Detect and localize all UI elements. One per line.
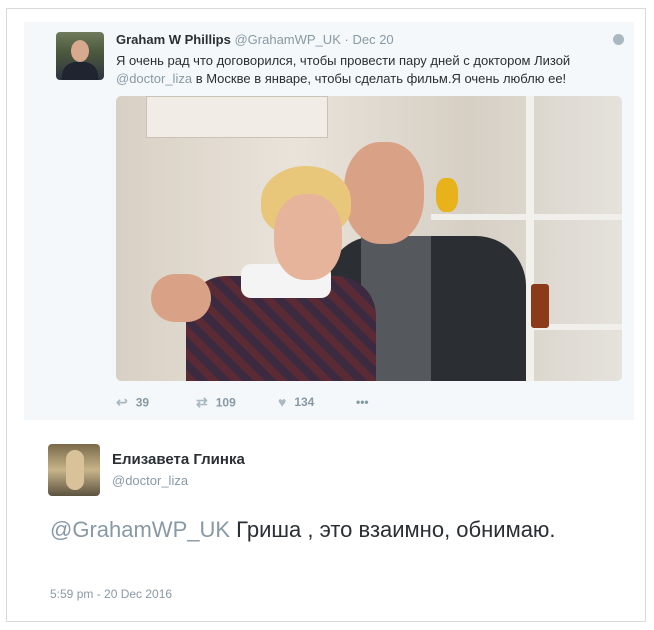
- quoted-tweet-header: Graham W Phillips @GrahamWP_UK · Dec 20: [116, 32, 394, 47]
- quoted-text-part1: Я очень рад что договорился, чтобы прове…: [116, 53, 571, 68]
- man-head: [344, 142, 424, 244]
- more-label: •••: [356, 394, 369, 409]
- quoted-tweet[interactable]: Graham W Phillips @GrahamWP_UK · Dec 20 …: [24, 22, 634, 420]
- retweet-action[interactable]: ⇄ 109: [196, 394, 236, 411]
- separator-dot: ·: [344, 32, 349, 47]
- woman-face: [274, 194, 342, 280]
- reply-author-name[interactable]: Елизавета Глинка: [112, 451, 245, 468]
- more-actions-button[interactable]: •••: [356, 394, 369, 409]
- reply-timestamp[interactable]: 5:59 pm - 20 Dec 2016: [50, 587, 172, 601]
- quoted-tweet-text: Я очень рад что договорился, чтобы прове…: [116, 52, 621, 88]
- reply-arrow-icon: ↩: [116, 394, 128, 410]
- reply-tweet-text: @GrahamWP_UK Гриша , это взаимно, обнима…: [50, 514, 610, 546]
- toy-figure: [436, 178, 458, 212]
- quoted-author-handle[interactable]: @GrahamWP_UK: [234, 32, 340, 47]
- doctor-liza-avatar[interactable]: [48, 444, 100, 496]
- graham-avatar[interactable]: [56, 32, 104, 80]
- shelf-divider: [526, 96, 534, 381]
- mention-link-doctor-liza[interactable]: @doctor_liza: [116, 71, 192, 86]
- wall-poster: [146, 96, 328, 138]
- tweet-photo[interactable]: [116, 96, 622, 381]
- quoted-author-name[interactable]: Graham W Phillips: [116, 32, 231, 47]
- retweet-icon: ⇄: [196, 394, 208, 410]
- like-action[interactable]: ♥ 134: [278, 394, 314, 410]
- reply-action[interactable]: ↩ 39: [116, 394, 149, 411]
- reply-text-body: Гриша , это взаимно, обнимаю.: [230, 517, 556, 542]
- heart-icon: ♥: [278, 394, 287, 410]
- bottle: [531, 284, 549, 328]
- quoted-tweet-date[interactable]: Dec 20: [352, 32, 393, 47]
- retweet-count: 109: [215, 395, 236, 410]
- quoted-text-part2: в Москве в январе, чтобы сделать фильм.Я…: [192, 71, 567, 86]
- mention-link-grahamwp-uk[interactable]: @GrahamWP_UK: [50, 517, 230, 542]
- globe-icon: [613, 34, 624, 45]
- reply-count: 39: [135, 395, 150, 410]
- reply-author-handle[interactable]: @doctor_liza: [112, 473, 188, 488]
- like-count: 134: [294, 395, 315, 409]
- arm: [151, 274, 211, 322]
